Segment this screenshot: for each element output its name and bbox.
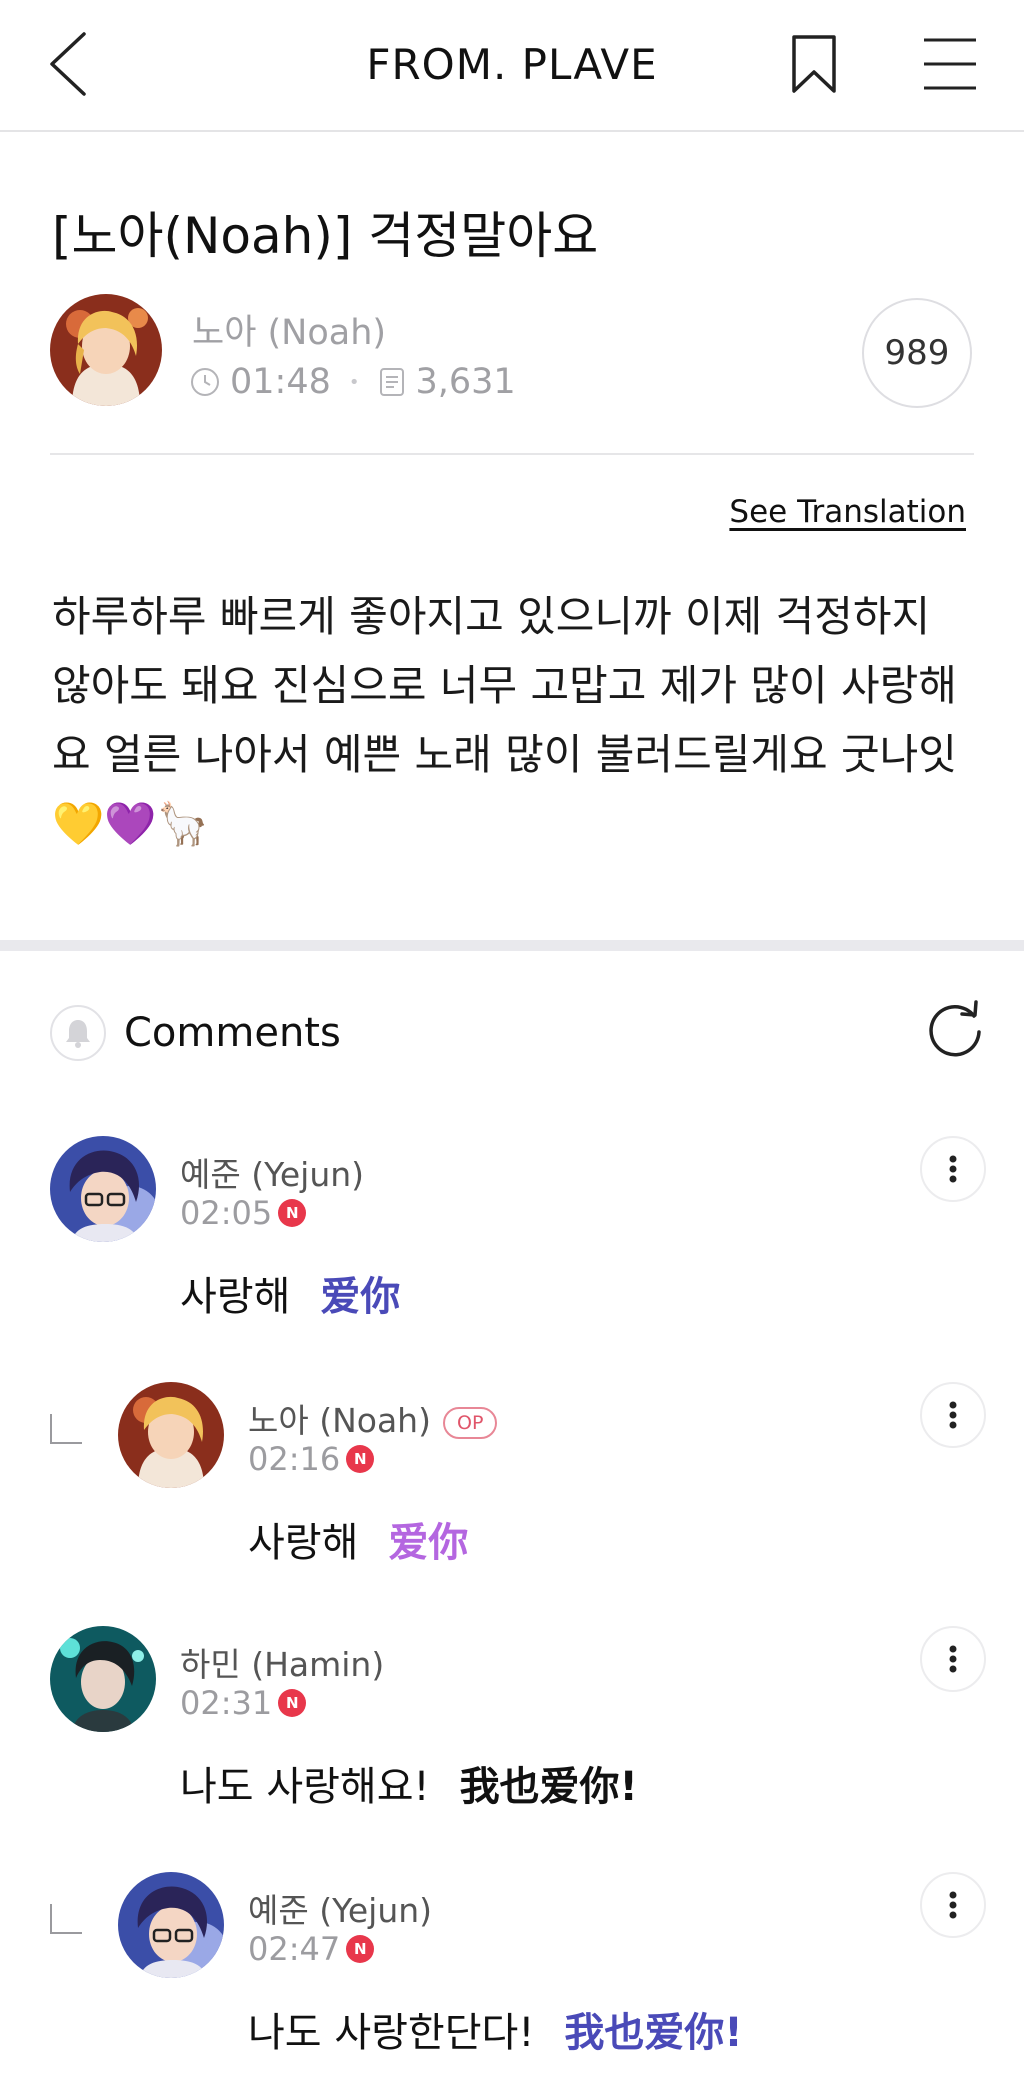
- reply-indicator: [50, 1904, 82, 1934]
- comment-author[interactable]: 하민 (Hamin): [180, 1638, 384, 1686]
- vertical-dots-icon: [949, 1645, 957, 1673]
- comment-author[interactable]: 예준 (Yejun): [180, 1148, 364, 1196]
- op-badge: OP: [442, 1406, 498, 1439]
- vertical-dots-icon: [949, 1401, 957, 1429]
- document-icon: [379, 368, 404, 396]
- section-divider: [0, 940, 1024, 951]
- more-options-button[interactable]: [920, 1626, 986, 1692]
- new-badge: N: [278, 1689, 307, 1717]
- comment-translation: 我也爱你!: [459, 1764, 638, 1810]
- vertical-dots-icon: [949, 1155, 957, 1183]
- comments-header: Comments: [50, 1003, 341, 1063]
- avatar[interactable]: [118, 1872, 224, 1978]
- like-button[interactable]: 989: [862, 298, 972, 408]
- post-meta: 01:48 • 3,631: [190, 360, 516, 404]
- new-badge: N: [278, 1199, 307, 1227]
- avatar[interactable]: [50, 1626, 156, 1732]
- author-avatar[interactable]: [50, 294, 162, 406]
- comment-author-name: 노아 (Noah): [248, 1401, 431, 1440]
- comment-time-text: 02:16: [248, 1440, 341, 1478]
- comment-translation: 爱你: [320, 1274, 401, 1320]
- post-body: 하루하루 빠르게 좋아지고 있으니까 이제 걱정하지 않아도 돼요 진심으로 너…: [52, 592, 957, 848]
- new-badge: N: [346, 1935, 375, 1963]
- hamburger-menu-icon[interactable]: [922, 36, 978, 92]
- avatar[interactable]: [118, 1382, 224, 1488]
- divider: [50, 453, 974, 455]
- bell-icon[interactable]: [50, 1005, 106, 1061]
- comment-time-text: 02:05: [180, 1194, 273, 1232]
- more-options-button[interactable]: [920, 1136, 986, 1202]
- comment-time-text: 02:31: [180, 1684, 273, 1722]
- comment-text: 나도 사랑해요! 我也爱你!: [180, 1754, 638, 1812]
- view-count: 3,631: [415, 362, 516, 402]
- post-time: 01:48: [230, 362, 331, 402]
- avatar[interactable]: [50, 1136, 156, 1242]
- comment-time: 02:31 N: [180, 1684, 307, 1722]
- author-name[interactable]: 노아 (Noah): [192, 304, 386, 355]
- comment-original: 사랑해: [248, 1520, 359, 1566]
- comment-time-text: 02:47: [248, 1930, 341, 1968]
- comment-original: 나도 사랑해요!: [180, 1764, 430, 1810]
- comment-author[interactable]: 예준 (Yejun): [248, 1884, 432, 1932]
- comments-label: Comments: [124, 1010, 341, 1056]
- reply-indicator: [50, 1414, 82, 1444]
- comment-text: 사랑해 爱你: [180, 1264, 400, 1322]
- comment-translation: 爱你: [388, 1520, 469, 1566]
- comment-time: 02:16 N: [248, 1440, 375, 1478]
- comment-time: 02:05 N: [180, 1194, 307, 1232]
- comment-text: 사랑해 爱你: [248, 1510, 468, 1568]
- comment-original: 나도 사랑한단다!: [248, 2010, 535, 2056]
- page-title: FROM. PLAVE: [366, 40, 658, 89]
- comment-translation: 我也爱你!: [564, 2010, 743, 2056]
- more-options-button[interactable]: [920, 1872, 986, 1938]
- new-badge: N: [346, 1445, 375, 1473]
- more-options-button[interactable]: [920, 1382, 986, 1448]
- comment-text: 나도 사랑한단다! 我也爱你!: [248, 2000, 743, 2058]
- refresh-icon[interactable]: [924, 998, 986, 1060]
- top-bar: FROM. PLAVE: [0, 0, 1024, 132]
- post-page: FROM. PLAVE [노아(Noah)] 걱정말아요 노아 (Noah) 0…: [0, 0, 1024, 2085]
- comment-author[interactable]: 노아 (Noah) OP: [248, 1394, 498, 1442]
- comment-time: 02:47 N: [248, 1930, 375, 1968]
- clock-icon: [191, 368, 219, 396]
- see-translation-link[interactable]: See Translation: [729, 494, 966, 530]
- bookmark-icon[interactable]: [790, 34, 838, 94]
- vertical-dots-icon: [949, 1891, 957, 1919]
- post-title: [노아(Noah)] 걱정말아요: [52, 207, 599, 265]
- comment-original: 사랑해: [180, 1274, 291, 1320]
- meta-separator: •: [348, 371, 360, 393]
